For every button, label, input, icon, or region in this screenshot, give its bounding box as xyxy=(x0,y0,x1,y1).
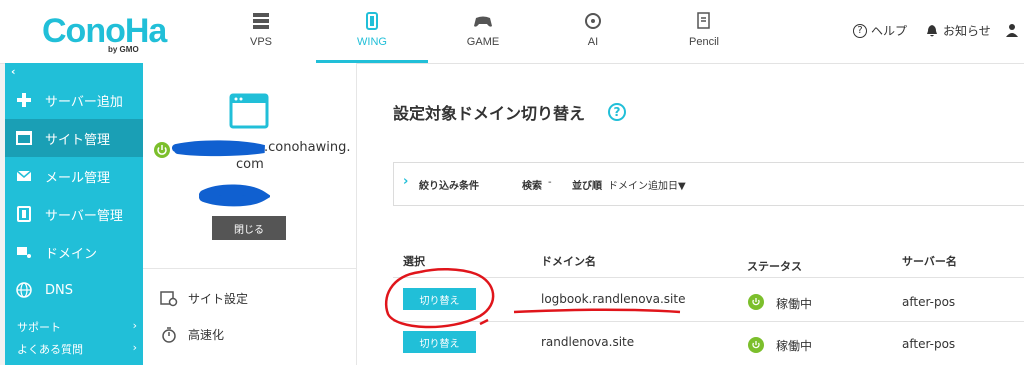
power-status-icon xyxy=(748,294,764,310)
sort-label: 並び順 xyxy=(572,181,602,192)
sidebar-item-label: ドメイン xyxy=(45,246,98,262)
sidebar-sub-label: サポート xyxy=(17,321,61,334)
domain-cell: logbook.randlenova.site xyxy=(541,292,686,306)
chevron-right-icon: › xyxy=(132,341,137,354)
conoha-logo-icon: ConoHa by GMO xyxy=(42,12,169,54)
search-value: - xyxy=(548,177,552,188)
chevron-right-icon[interactable]: › xyxy=(403,174,408,189)
sidebar-item-label: メール管理 xyxy=(45,170,111,186)
help-link[interactable]: ? ヘルプ xyxy=(853,22,907,39)
server-box-icon xyxy=(15,205,33,223)
panel-divider xyxy=(143,268,356,269)
menu-label: 高速化 xyxy=(188,328,225,342)
site-domain-suffix-2: com xyxy=(236,157,264,172)
help-question-icon[interactable]: ? xyxy=(608,103,626,121)
close-button[interactable]: 閉じる xyxy=(212,216,286,240)
bell-icon xyxy=(927,24,937,36)
filter-bar[interactable] xyxy=(393,162,1024,206)
sidebar: ‹ サーバー追加 サイト管理 メール管理 サーバー管理 ドメイン DNS サポー… xyxy=(5,63,143,365)
site-settings-icon xyxy=(160,290,178,306)
chevron-right-icon: › xyxy=(132,319,137,332)
domain-cell: randlenova.site xyxy=(541,335,635,349)
help-label: ヘルプ xyxy=(871,24,908,38)
sidebar-item-server-management[interactable]: サーバー管理 xyxy=(5,195,143,233)
sidebar-item-add-server[interactable]: サーバー追加 xyxy=(5,81,143,119)
globe-icon xyxy=(15,281,33,299)
sidebar-item-site-management[interactable]: サイト管理 xyxy=(5,119,143,157)
pencil-icon xyxy=(697,12,710,29)
notifications-label: お知らせ xyxy=(943,24,991,38)
wing-icon xyxy=(366,12,378,30)
table-divider xyxy=(393,277,1024,278)
window-icon xyxy=(15,129,33,147)
column-header-server: サーバー名 xyxy=(902,255,957,268)
tab-game-label: GAME xyxy=(466,36,500,48)
sidebar-item-dns[interactable]: DNS xyxy=(5,271,143,309)
server-cell: after-pos xyxy=(902,295,956,309)
server-icon xyxy=(253,13,269,29)
sidebar-item-support[interactable]: サポート › xyxy=(17,319,137,335)
tab-vps-label: VPS xyxy=(249,36,272,48)
sidebar-sub-label: よくある質問 xyxy=(17,343,83,356)
help-circle-icon: ? xyxy=(853,23,867,38)
account-button[interactable] xyxy=(1005,22,1019,41)
svg-text:by GMO: by GMO xyxy=(108,45,139,54)
table-divider xyxy=(393,321,1024,322)
sidebar-item-faq[interactable]: よくある質問 › xyxy=(17,341,137,357)
mail-icon xyxy=(15,167,33,185)
filter-label: 絞り込み条件 xyxy=(419,181,479,192)
switch-button[interactable]: 切り替え xyxy=(403,331,476,353)
site-domain-suffix: .conohawing. xyxy=(264,140,351,155)
menu-label: サイト設定 xyxy=(188,292,249,306)
page-title: 設定対象ドメイン切り替え xyxy=(393,104,586,123)
column-header-select: 選択 xyxy=(403,255,425,268)
notifications-link[interactable]: お知らせ xyxy=(925,22,991,39)
power-status-icon xyxy=(748,337,764,353)
sidebar-item-domain[interactable]: ドメイン xyxy=(5,233,143,271)
chevron-left-icon[interactable]: ‹ xyxy=(11,65,16,78)
user-icon xyxy=(1006,24,1018,37)
domain-icon xyxy=(15,243,33,261)
tab-vps[interactable]: VPS xyxy=(226,0,296,63)
switch-button[interactable]: 切り替え xyxy=(403,288,476,310)
tab-ai[interactable]: AI xyxy=(558,0,628,63)
column-header-status: ステータス xyxy=(747,260,802,273)
sidebar-item-label: サイト管理 xyxy=(45,132,111,148)
tab-pencil-label: Pencil xyxy=(689,36,719,48)
tab-pencil[interactable]: Pencil xyxy=(669,0,739,63)
server-cell: after-pos xyxy=(902,337,956,351)
gamepad-icon xyxy=(474,16,492,27)
status-cell: 稼働中 xyxy=(776,297,813,311)
sort-value[interactable]: ドメイン追加日▼ xyxy=(608,177,686,192)
tab-game[interactable]: GAME xyxy=(448,0,518,63)
column-header-domain: ドメイン名 xyxy=(541,255,596,268)
sidebar-item-label: DNS xyxy=(45,282,73,298)
tab-wing-label: WING xyxy=(357,36,387,48)
status-cell: 稼働中 xyxy=(776,339,813,353)
sidebar-item-mail[interactable]: メール管理 xyxy=(5,157,143,195)
stopwatch-icon xyxy=(162,326,176,343)
tab-wing[interactable]: WING xyxy=(316,0,428,63)
power-status-icon xyxy=(154,142,170,162)
svg-text:ConoHa: ConoHa xyxy=(42,12,168,50)
tab-ai-label: AI xyxy=(587,36,599,48)
ai-chip-icon xyxy=(585,13,601,29)
sidebar-item-label: サーバー追加 xyxy=(45,94,123,110)
conoha-logo[interactable]: ConoHa by GMO xyxy=(40,8,170,54)
menu-speedup[interactable]: 高速化 xyxy=(160,326,224,343)
menu-site-settings[interactable]: サイト設定 xyxy=(160,290,248,307)
plus-icon xyxy=(15,91,33,109)
search-label: 検索 xyxy=(522,181,542,192)
sidebar-item-label: サーバー管理 xyxy=(45,208,123,224)
site-window-icon xyxy=(229,93,269,133)
